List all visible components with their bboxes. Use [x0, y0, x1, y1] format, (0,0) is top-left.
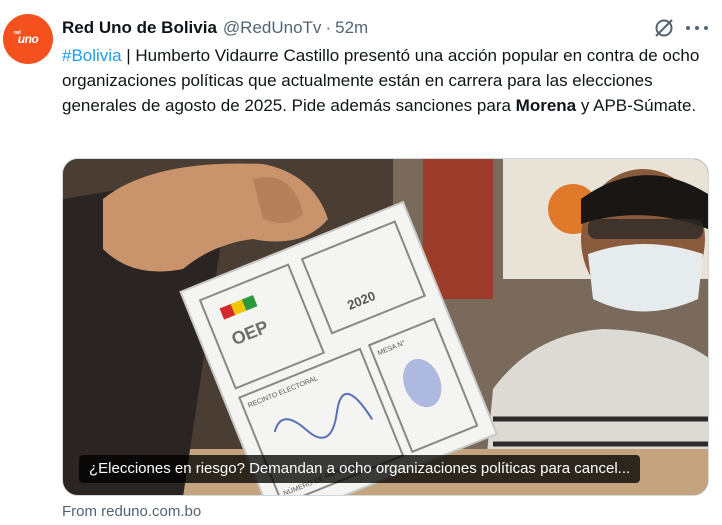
- tweet-header: Red Uno de Bolivia @RedUnoTv · 52m: [62, 16, 368, 40]
- ballot-photo: OEP 2020 RECINTO ELECTORAL MESA N° NÚMER…: [63, 159, 708, 495]
- tweet-text-part2: y APB-Súmate.: [576, 96, 697, 115]
- link-card-image[interactable]: OEP 2020 RECINTO ELECTORAL MESA N° NÚMER…: [62, 158, 709, 496]
- author-name[interactable]: Red Uno de Bolivia: [62, 18, 217, 38]
- avatar-small-text: red: [14, 30, 21, 36]
- tweet-time[interactable]: 52m: [335, 18, 368, 38]
- card-source[interactable]: From reduno.com.bo: [62, 503, 201, 520]
- author-handle[interactable]: @RedUnoTv: [223, 18, 322, 38]
- avatar-logo-text: uno: [17, 32, 39, 46]
- grok-icon[interactable]: [653, 17, 675, 39]
- tweet-text: #Bolivia | Humberto Vidaurre Castillo pr…: [62, 43, 712, 118]
- tweet-text-bold: Morena: [515, 96, 577, 115]
- card-caption[interactable]: ¿Elecciones en riesgo? Demandan a ocho o…: [79, 455, 641, 483]
- avatar[interactable]: red uno: [3, 14, 53, 64]
- more-options-icon[interactable]: [686, 18, 708, 38]
- separator-dot: ·: [325, 18, 332, 37]
- hashtag-link[interactable]: #Bolivia: [62, 46, 122, 65]
